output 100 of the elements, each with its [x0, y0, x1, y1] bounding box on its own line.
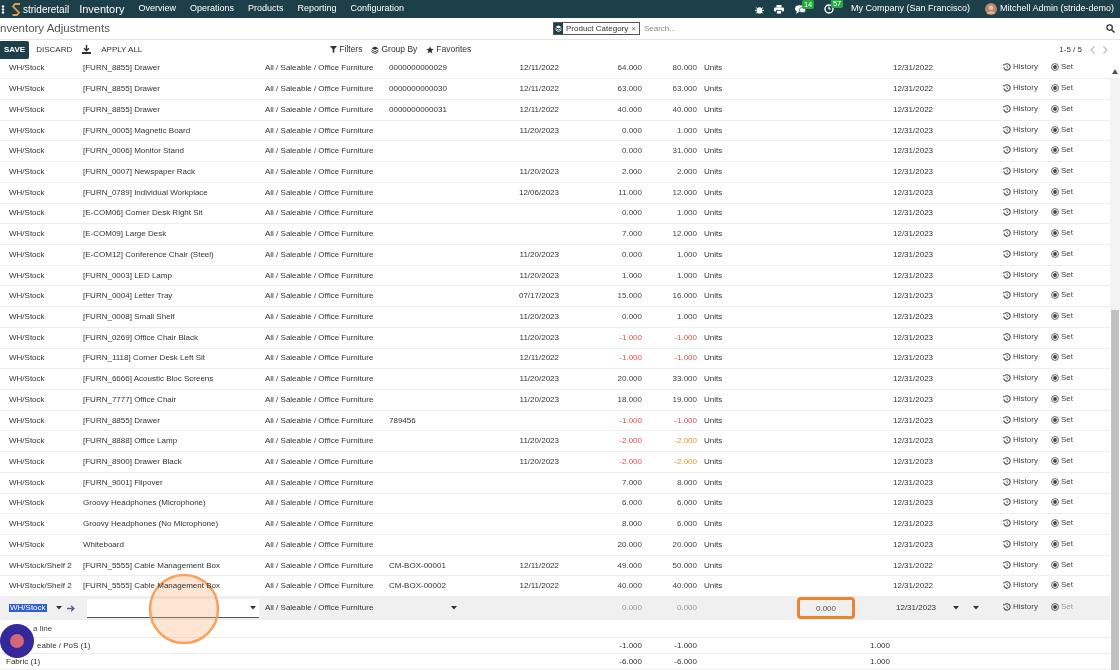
history-button[interactable]: History: [1003, 146, 1038, 155]
apply-all-button[interactable]: APPLY ALL: [94, 43, 150, 56]
history-button[interactable]: History: [1003, 270, 1038, 279]
set-button[interactable]: Set: [1051, 229, 1073, 238]
history-button[interactable]: History: [1003, 415, 1038, 424]
add-line-link[interactable]: a line: [33, 624, 53, 633]
history-button[interactable]: History: [1003, 208, 1038, 217]
set-button[interactable]: Set: [1051, 436, 1073, 445]
scrollbar-thumb[interactable]: [1111, 310, 1119, 670]
quantity-cell: 40.000: [672, 581, 697, 591]
filters-button[interactable]: Filters: [330, 43, 363, 56]
caret-icon[interactable]: [451, 606, 457, 611]
menu-item[interactable]: Operations: [189, 2, 234, 16]
location-field[interactable]: WH/Stock: [9, 604, 47, 613]
history-button[interactable]: History: [1003, 457, 1038, 465]
set-button[interactable]: Set: [1051, 477, 1073, 486]
set-button[interactable]: Set: [1051, 270, 1073, 279]
history-button[interactable]: History: [1003, 84, 1038, 93]
history-button[interactable]: History: [1003, 166, 1038, 175]
search-facet[interactable]: Product Category ×: [553, 22, 640, 35]
logo-icon[interactable]: [12, 2, 21, 16]
set-button[interactable]: Set: [1051, 457, 1073, 465]
history-button[interactable]: History: [1003, 249, 1038, 258]
facet-label: Product Category: [566, 22, 629, 35]
history-button[interactable]: History: [1003, 312, 1038, 320]
history-button[interactable]: History: [1003, 374, 1038, 383]
set-button[interactable]: Set: [1051, 332, 1073, 341]
discard-button[interactable]: DISCARD: [29, 43, 80, 56]
counted-quantity-field[interactable]: 0.000: [797, 597, 855, 620]
set-button[interactable]: Set: [1051, 249, 1073, 258]
group-header[interactable]: eable / PoS (1): [37, 640, 91, 650]
history-button[interactable]: History: [1003, 104, 1038, 113]
scroll-up-icon[interactable]: [1112, 69, 1118, 74]
set-button[interactable]: Set: [1051, 519, 1073, 528]
history-button[interactable]: History: [1003, 581, 1038, 590]
brand-logo-text[interactable]: strideretail: [23, 1, 70, 17]
history-button[interactable]: History: [1003, 353, 1038, 362]
search-icon[interactable]: [1106, 24, 1115, 33]
set-button[interactable]: Set: [1051, 104, 1073, 113]
set-button[interactable]: Set: [1051, 539, 1073, 548]
clock-icon[interactable]: [823, 4, 834, 14]
history-button[interactable]: History: [1003, 291, 1038, 300]
history-button[interactable]: History: [1003, 63, 1038, 72]
set-button[interactable]: Set: [1051, 581, 1073, 590]
history-button[interactable]: History: [1003, 187, 1038, 196]
history-button[interactable]: History: [1003, 436, 1038, 445]
menu-item[interactable]: Reporting: [297, 2, 337, 16]
set-button[interactable]: Set: [1051, 125, 1073, 134]
set-button[interactable]: Set: [1051, 415, 1073, 424]
user-menu[interactable]: Mitchell Admin (stride-demo): [999, 2, 1114, 16]
date-field[interactable]: 12/31/2023: [896, 604, 937, 613]
arrow-right-icon[interactable]: [66, 604, 75, 612]
category-field[interactable]: All / Saleable / Office Furniture: [265, 604, 374, 613]
history-button[interactable]: History: [1003, 477, 1038, 486]
menu-item[interactable]: Products: [247, 2, 284, 16]
quantity-cell: 0.000: [621, 603, 642, 613]
history-button[interactable]: History: [1003, 560, 1038, 569]
set-button[interactable]: Set: [1051, 166, 1073, 175]
save-button[interactable]: SAVE: [0, 40, 30, 59]
facet-remove[interactable]: ×: [631, 22, 636, 35]
history-button[interactable]: History: [1003, 125, 1038, 134]
set-button[interactable]: Set: [1051, 291, 1073, 300]
set-button[interactable]: Set: [1051, 208, 1073, 217]
set-button[interactable]: Set: [1051, 312, 1073, 320]
group-header[interactable]: Fabric (1): [6, 656, 41, 666]
caret-icon[interactable]: [55, 606, 62, 611]
product-field[interactable]: [87, 598, 259, 618]
history-button[interactable]: History: [1003, 519, 1038, 528]
app-title[interactable]: Inventory: [79, 0, 125, 18]
set-button[interactable]: Set: [1051, 560, 1073, 569]
set-button[interactable]: Set: [1051, 374, 1073, 383]
set-button[interactable]: Set: [1051, 84, 1073, 93]
menu-item[interactable]: Overview: [138, 2, 176, 16]
group-by-button[interactable]: Group By: [371, 43, 418, 56]
date-cell: 12/31/2023: [893, 270, 934, 280]
printer-icon[interactable]: [773, 4, 784, 14]
set-button[interactable]: Set: [1051, 187, 1073, 196]
history-button[interactable]: History: [1003, 394, 1038, 403]
set-button[interactable]: Set: [1051, 394, 1073, 403]
caret-icon[interactable]: [953, 606, 959, 611]
location-cell: WH/Stock/Shelf 2: [9, 560, 72, 570]
download-icon[interactable]: [82, 45, 92, 54]
set-button[interactable]: Set: [1051, 63, 1073, 72]
company-switcher[interactable]: My Company (San Francisco): [850, 2, 970, 16]
history-button[interactable]: History: [1003, 498, 1038, 507]
caret-icon[interactable]: [973, 606, 979, 611]
history-button[interactable]: History: [1003, 229, 1038, 238]
menu-item[interactable]: Configuration: [350, 2, 405, 16]
history-button[interactable]: History: [1003, 539, 1038, 548]
set-button[interactable]: Set: [1051, 498, 1073, 507]
history-icon: [1003, 270, 1011, 279]
category-cell: All / Saleable / Office Furniture: [265, 146, 374, 156]
set-button[interactable]: Set: [1051, 353, 1073, 362]
bug-icon[interactable]: [754, 4, 764, 14]
quantity-cell: 16.000: [672, 291, 697, 301]
menu-icon[interactable]: [1, 4, 5, 14]
favorites-button[interactable]: Favorites: [426, 43, 472, 56]
history-button[interactable]: History: [1003, 332, 1038, 341]
caret-icon[interactable]: [250, 605, 256, 610]
set-button[interactable]: Set: [1051, 146, 1073, 155]
